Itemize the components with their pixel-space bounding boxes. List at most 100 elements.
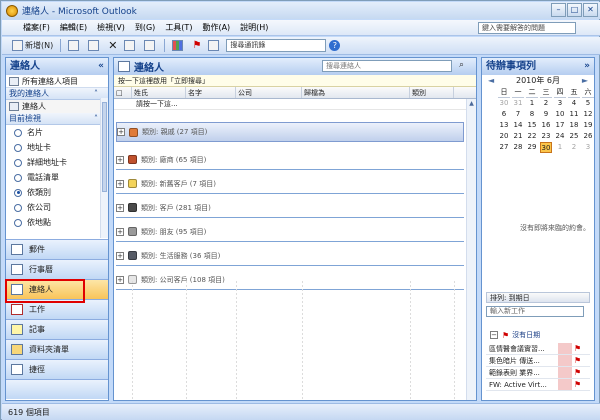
flag-icon[interactable]: ⚑ (574, 367, 581, 379)
nav-button-mail[interactable]: 郵件 (6, 239, 108, 259)
expand-icon[interactable]: + (116, 275, 124, 284)
address-book-button[interactable] (206, 39, 223, 53)
menu-help[interactable]: 說明(H) (235, 22, 273, 33)
group-row[interactable]: + 類別: 公司客戶 (108 項目) (116, 270, 464, 290)
menu-go[interactable]: 到(G) (130, 22, 160, 33)
collapse-nav-icon[interactable]: « (98, 58, 104, 75)
calendar-day[interactable]: 14 (512, 120, 524, 131)
column-category[interactable]: 類別 (410, 87, 454, 98)
menu-file[interactable]: 檔案(F) (18, 22, 55, 33)
minimize-button[interactable]: – (551, 3, 566, 17)
calendar-day[interactable]: 9 (540, 109, 552, 120)
view-phone-list[interactable]: 電話清單 (6, 170, 108, 185)
calendar-day[interactable]: 16 (540, 120, 552, 131)
group-row[interactable]: + 類別: 客戶 (281 項目) (116, 198, 464, 218)
calendar-day[interactable]: 10 (554, 109, 566, 120)
search-icon[interactable]: ⌕ (459, 60, 464, 70)
view-business-cards[interactable]: 名片 (6, 125, 108, 140)
calendar-day[interactable]: 6 (498, 109, 510, 120)
click-to-add-row[interactable]: 請按一下這... (114, 99, 476, 110)
print-button[interactable] (66, 39, 83, 53)
contact-search-input[interactable]: 搜尋連絡人 (322, 60, 452, 72)
calendar-day[interactable]: 21 (512, 131, 524, 142)
scroll-up-icon[interactable]: ▲ (467, 99, 476, 109)
calendar-day[interactable]: 8 (526, 109, 538, 120)
calendar-day[interactable]: 24 (554, 131, 566, 142)
calendar-day[interactable]: 3 (554, 98, 566, 109)
task-item[interactable]: FW: Active Virt... ⚑ (486, 379, 590, 391)
group-row[interactable]: + 類別: 親戚 (27 項目) (116, 122, 464, 142)
group-row[interactable]: + 類別: 新舊客戶 (7 項目) (116, 174, 464, 194)
calendar-day[interactable]: 15 (526, 120, 538, 131)
collapse-todo-icon[interactable]: » (584, 58, 590, 75)
current-view-header[interactable]: 目前檢視 ˄ (6, 113, 108, 125)
view-address-cards[interactable]: 地址卡 (6, 140, 108, 155)
menu-tools[interactable]: 工具(T) (160, 22, 197, 33)
calendar-day[interactable]: 1 (554, 142, 566, 153)
menu-view[interactable]: 檢視(V) (92, 22, 130, 33)
calendar-day[interactable]: 11 (568, 109, 580, 120)
mail-button[interactable] (122, 39, 139, 53)
calendar-day[interactable]: 2 (540, 98, 552, 109)
calendar-day[interactable]: 31 (512, 98, 524, 109)
maximize-button[interactable]: □ (567, 3, 582, 17)
calendar-day[interactable]: 4 (568, 98, 580, 109)
calendar-day[interactable]: 5 (582, 98, 594, 109)
flag-icon[interactable]: ⚑ (574, 355, 581, 367)
task-item[interactable]: 範錄表則 業界... ⚑ (486, 367, 590, 379)
all-contact-items[interactable]: 所有連絡人項目 (6, 75, 108, 88)
view-detailed-address-cards[interactable]: 詳細地址卡 (6, 155, 108, 170)
prev-month-icon[interactable]: ◄ (488, 75, 494, 87)
address-book-search[interactable]: 搜尋通訊錄 (226, 39, 327, 52)
instant-search-hint[interactable]: 按一下這裡啟用「立即搜尋」 (114, 75, 476, 87)
dial-button[interactable] (142, 39, 159, 53)
new-button[interactable]: 新增(N) (10, 39, 55, 53)
expand-icon[interactable]: + (116, 179, 124, 188)
calendar-day[interactable]: 25 (568, 131, 580, 142)
contacts-scrollbar[interactable]: ▲ (466, 99, 476, 400)
my-contacts-header[interactable]: 我的連絡人 ˄ (6, 88, 108, 100)
follow-up-button[interactable]: ⚑ (190, 39, 203, 53)
nav-scrollbar-thumb[interactable] (102, 102, 107, 192)
nav-button-calendar[interactable]: 行事曆 (6, 259, 108, 279)
task-item[interactable]: 集色暗片 傳送... ⚑ (486, 355, 590, 367)
nav-button-shortcuts[interactable]: 捷徑 (6, 359, 108, 379)
calendar-day[interactable]: 18 (568, 120, 580, 131)
column-first-name[interactable]: 名字 (186, 87, 236, 98)
view-by-location[interactable]: 依地點 (6, 215, 108, 230)
calendar-day[interactable]: 1 (526, 98, 538, 109)
icon-column-header[interactable]: □ (114, 87, 132, 98)
menu-edit[interactable]: 編輯(E) (55, 22, 92, 33)
column-last-name[interactable]: 姓氏 (132, 87, 186, 98)
calendar-day[interactable]: 29 (526, 142, 538, 153)
view-by-company[interactable]: 依公司 (6, 200, 108, 215)
no-date-group[interactable]: − ⚑ 沒有日期 (490, 330, 540, 340)
contacts-folder-item[interactable]: 連絡人 (6, 100, 108, 113)
nav-button-notes[interactable]: 記事 (6, 319, 108, 339)
nav-scrollbar[interactable] (100, 98, 108, 238)
delete-button[interactable]: ✕ (106, 39, 119, 53)
calendar-day[interactable]: 12 (582, 109, 594, 120)
calendar-day[interactable]: 27 (498, 142, 510, 153)
categorize-button[interactable] (170, 39, 187, 53)
group-row[interactable]: + 類別: 生活服務 (36 項目) (116, 246, 464, 266)
expand-icon[interactable]: + (116, 227, 124, 236)
view-by-category[interactable]: 依類別 (6, 185, 108, 200)
expand-icon[interactable]: + (116, 203, 124, 212)
calendar-day[interactable]: 22 (526, 131, 538, 142)
calendar-day[interactable]: 20 (498, 131, 510, 142)
task-item[interactable]: 區情醫會議實習... ⚑ (486, 343, 590, 355)
group-row[interactable]: + 類別: 朋友 (95 項目) (116, 222, 464, 242)
calendar-day[interactable]: 13 (498, 120, 510, 131)
flag-icon[interactable]: ⚑ (574, 379, 581, 391)
task-sort-header[interactable]: 排列: 到期日 (486, 292, 590, 303)
close-button[interactable]: ✕ (583, 3, 598, 17)
new-task-input[interactable]: 輸入新工作 (486, 306, 584, 317)
column-company[interactable]: 公司 (236, 87, 302, 98)
help-icon[interactable]: ? (329, 40, 341, 51)
calendar-day[interactable]: 3 (582, 142, 594, 153)
ask-question-input[interactable]: 鍵入需要解答的問題 (478, 22, 576, 34)
calendar-day[interactable]: 28 (512, 142, 524, 153)
calendar-day[interactable]: 30 (498, 98, 510, 109)
calendar-day[interactable]: 17 (554, 120, 566, 131)
